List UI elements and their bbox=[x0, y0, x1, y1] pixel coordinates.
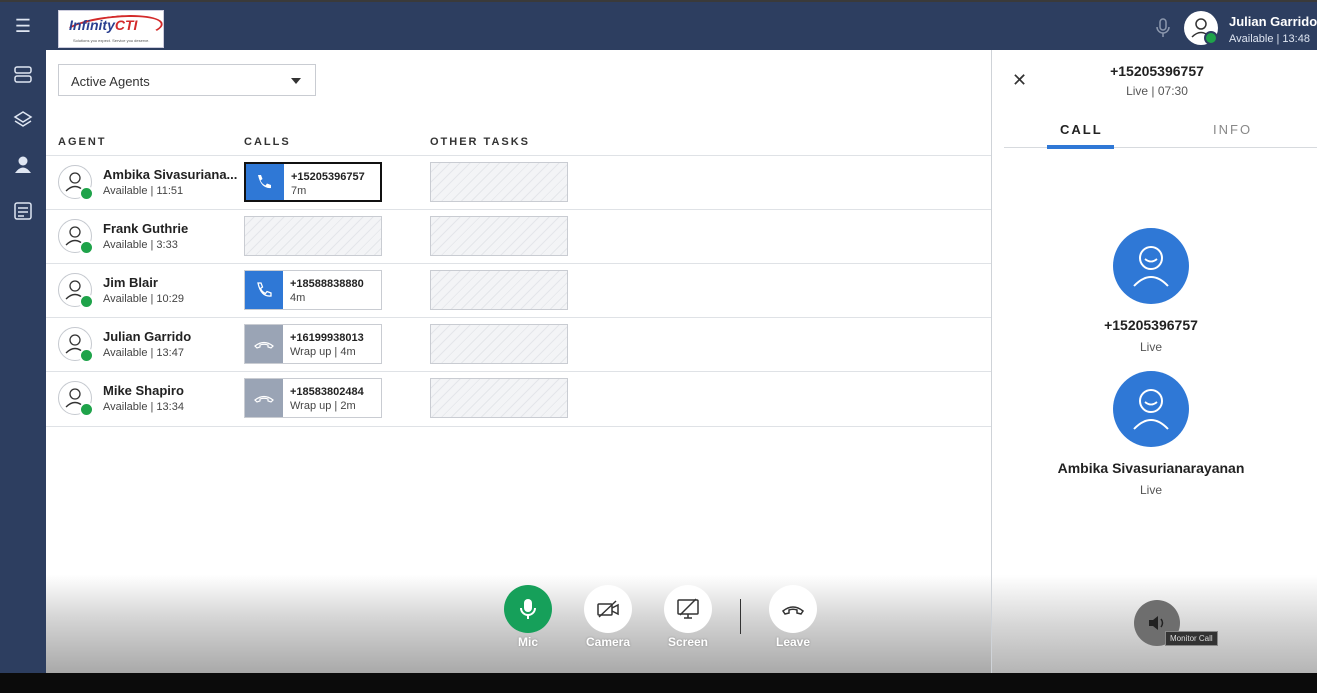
table-row[interactable]: Julian Garrido Available | 13:47 +161999… bbox=[46, 317, 991, 372]
microphone-icon[interactable] bbox=[1155, 18, 1171, 38]
screen-label: Screen bbox=[667, 635, 709, 649]
participant-status: Live bbox=[1139, 340, 1162, 354]
agent-status: Available | 11:51 bbox=[103, 185, 184, 197]
call-number: +16199938013 bbox=[290, 332, 364, 344]
user-status: Available | 13:48 bbox=[1229, 33, 1310, 45]
participant-name: Ambika Sivasurianarayanan bbox=[1057, 460, 1245, 476]
hangup-icon bbox=[781, 606, 805, 615]
microphone-icon bbox=[520, 599, 536, 619]
call-duration: Wrap up | 4m bbox=[290, 346, 356, 358]
screen-share-button[interactable] bbox=[664, 585, 712, 633]
presence-dot bbox=[79, 294, 94, 309]
presence-dot bbox=[1204, 31, 1218, 45]
layers-icon[interactable] bbox=[12, 109, 34, 131]
presence-dot bbox=[79, 240, 94, 255]
phone-icon bbox=[245, 271, 283, 309]
agent-filter-value: Active Agents bbox=[71, 74, 150, 89]
call-card[interactable]: +18588838880 4m bbox=[244, 270, 382, 310]
report-icon[interactable] bbox=[12, 200, 34, 222]
tab-call[interactable]: CALL bbox=[1060, 122, 1103, 137]
agent-status: Available | 13:34 bbox=[103, 401, 184, 413]
column-header-calls: CALLS bbox=[244, 136, 291, 148]
table-row[interactable]: Jim Blair Available | 10:29 +18588838880… bbox=[46, 263, 991, 318]
call-card[interactable]: +15205396757 7m bbox=[244, 162, 382, 202]
window-bottom-edge bbox=[0, 673, 1317, 693]
camera-off-icon bbox=[597, 600, 619, 618]
camera-button[interactable] bbox=[584, 585, 632, 633]
avatar bbox=[58, 327, 94, 363]
agent-monitor-icon[interactable] bbox=[12, 154, 34, 176]
presence-dot bbox=[79, 402, 94, 417]
tab-info[interactable]: INFO bbox=[1213, 122, 1252, 137]
agent-status: Available | 3:33 bbox=[103, 239, 178, 251]
column-header-agent: AGENT bbox=[58, 136, 107, 148]
hangup-icon bbox=[245, 325, 283, 363]
agent-name: Jim Blair bbox=[103, 275, 158, 290]
caller-avatar bbox=[1113, 228, 1189, 304]
avatar bbox=[58, 219, 94, 255]
agent-name: Mike Shapiro bbox=[103, 383, 184, 398]
agent-name: Ambika Sivasuriana... bbox=[103, 167, 238, 182]
table-row[interactable]: Frank Guthrie Available | 3:33 bbox=[46, 209, 991, 264]
divider bbox=[740, 599, 741, 634]
phone-icon bbox=[246, 164, 284, 200]
user-name: Julian Garrido bbox=[1229, 14, 1317, 29]
avatar bbox=[58, 381, 94, 417]
empty-task-slot bbox=[430, 270, 568, 310]
table-row[interactable]: Mike Shapiro Available | 13:34 +18583802… bbox=[46, 371, 991, 427]
call-number: +18583802484 bbox=[290, 386, 364, 398]
participant-name: +15205396757 bbox=[1104, 317, 1198, 333]
left-nav bbox=[0, 50, 46, 673]
camera-label: Camera bbox=[585, 635, 631, 649]
empty-task-slot bbox=[430, 324, 568, 364]
close-icon[interactable]: ✕ bbox=[1012, 70, 1027, 91]
column-header-other-tasks: OTHER TASKS bbox=[430, 136, 531, 148]
empty-task-slot bbox=[430, 216, 568, 256]
presence-dot bbox=[79, 186, 94, 201]
call-number: +15205396757 bbox=[291, 171, 365, 183]
company-logo: InfinityCTI Solutions you expect. Servic… bbox=[58, 10, 165, 48]
empty-task-slot bbox=[430, 378, 568, 418]
avatar bbox=[58, 273, 94, 309]
participant-status: Live bbox=[1139, 483, 1162, 497]
mic-label: Mic bbox=[517, 635, 538, 649]
leave-label: Leave bbox=[775, 635, 811, 649]
avatar bbox=[58, 165, 94, 201]
agent-status: Available | 13:47 bbox=[103, 347, 184, 359]
active-call-number: +15205396757 bbox=[1110, 63, 1204, 79]
menu-icon[interactable]: ☰ bbox=[12, 15, 34, 37]
presence-dot bbox=[79, 348, 94, 363]
call-duration: Wrap up | 2m bbox=[290, 400, 356, 412]
mic-button[interactable] bbox=[504, 585, 552, 633]
active-call-status: Live | 07:30 bbox=[1126, 84, 1188, 98]
agent-status: Available | 10:29 bbox=[103, 293, 184, 305]
agent-name: Julian Garrido bbox=[103, 329, 192, 344]
top-bar: ☰ InfinityCTI Solutions you expect. Serv… bbox=[0, 0, 1317, 50]
screen-share-off-icon bbox=[677, 598, 699, 619]
hangup-icon bbox=[245, 379, 283, 417]
table-row[interactable]: Ambika Sivasuriana... Available | 11:51 … bbox=[46, 155, 991, 210]
empty-task-slot bbox=[430, 162, 568, 202]
empty-call-slot bbox=[244, 216, 382, 256]
call-details-panel: ✕ +15205396757 Live | 07:30 CALL INFO +1… bbox=[991, 50, 1317, 673]
user-avatar[interactable] bbox=[1184, 11, 1218, 45]
monitor-call-tooltip: Monitor Call bbox=[1165, 631, 1218, 646]
chevron-down-icon bbox=[291, 78, 301, 84]
agent-name: Frank Guthrie bbox=[103, 221, 189, 236]
server-icon[interactable] bbox=[12, 64, 34, 86]
call-card[interactable]: +16199938013 Wrap up | 4m bbox=[244, 324, 382, 364]
agent-avatar bbox=[1113, 371, 1189, 447]
call-duration: 7m bbox=[291, 185, 307, 197]
agent-filter-select[interactable]: Active Agents bbox=[58, 64, 316, 96]
call-duration: 4m bbox=[290, 292, 306, 304]
call-number: +18588838880 bbox=[290, 278, 364, 290]
call-card[interactable]: +18583802484 Wrap up | 2m bbox=[244, 378, 382, 418]
tab-indicator bbox=[1047, 145, 1114, 149]
leave-button[interactable] bbox=[769, 585, 817, 633]
